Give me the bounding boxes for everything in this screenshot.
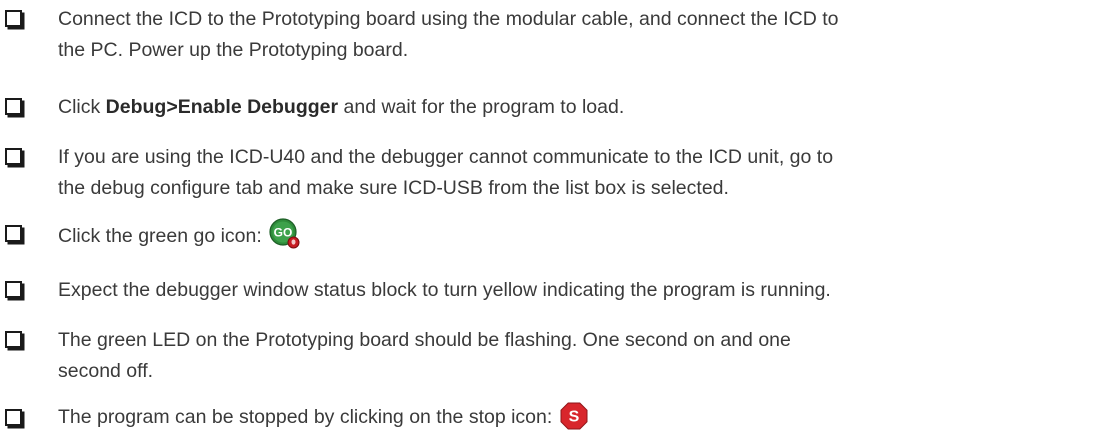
item-text-line: second off. bbox=[58, 360, 154, 382]
checklist: Connect the ICD to the Prototyping board… bbox=[0, 0, 1115, 437]
item-text: The program can be stopped by clicking o… bbox=[58, 402, 1108, 433]
item-text: Expect the debugger window status block … bbox=[58, 275, 1108, 306]
item-text-line: Connect the ICD to the Prototyping board… bbox=[58, 8, 839, 30]
stop-icon: S bbox=[560, 402, 588, 430]
item-text: Connect the ICD to the Prototyping board… bbox=[58, 4, 1108, 66]
item-text-line: If you are using the ICD-U40 and the deb… bbox=[58, 146, 834, 168]
item-text-line: the debug configure tab and make sure IC… bbox=[58, 177, 729, 199]
item-text: Click the green go icon: GO bbox=[58, 218, 1108, 252]
item-text-line: the PC. Power up the Prototyping board. bbox=[58, 39, 409, 61]
go-icon-label: GO bbox=[274, 226, 293, 240]
item-text-pre: Click bbox=[58, 96, 106, 118]
stop-icon-label: S bbox=[568, 409, 579, 426]
checkbox[interactable] bbox=[5, 148, 22, 165]
checkbox[interactable] bbox=[5, 225, 22, 242]
checkbox[interactable] bbox=[5, 10, 22, 27]
item-text-content: The program can be stopped by clicking o… bbox=[58, 406, 553, 428]
item-text: If you are using the ICD-U40 and the deb… bbox=[58, 142, 1108, 204]
item-text-content: Click the green go icon: bbox=[58, 225, 262, 247]
item-text-post: and wait for the program to load. bbox=[338, 96, 625, 118]
menu-path: Debug>Enable Debugger bbox=[105, 96, 339, 118]
go-icon: GO bbox=[269, 218, 301, 250]
item-text: Click Debug>Enable Debugger and wait for… bbox=[58, 92, 1108, 123]
checkbox[interactable] bbox=[5, 281, 22, 298]
checkbox[interactable] bbox=[5, 331, 22, 348]
checkbox[interactable] bbox=[5, 98, 22, 115]
item-text: The green LED on the Prototyping board s… bbox=[58, 325, 1108, 387]
checkbox[interactable] bbox=[5, 409, 22, 426]
item-text-content: Expect the debugger window status block … bbox=[58, 279, 831, 301]
item-text-line: The green LED on the Prototyping board s… bbox=[58, 329, 791, 351]
